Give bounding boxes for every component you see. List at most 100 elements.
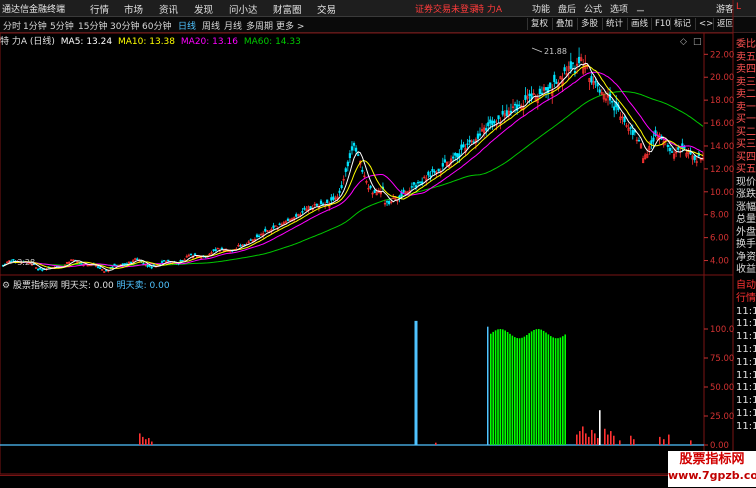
chart-settings-icon: ◇ <box>680 37 687 47</box>
sub-tick-label: 50.00 <box>710 383 734 393</box>
red-signal-bar <box>585 433 587 445</box>
candle-body <box>431 168 434 172</box>
ma5-line <box>2 62 704 271</box>
candle-body <box>150 266 153 269</box>
candle-body <box>668 147 672 152</box>
tick-time: 11:1 <box>736 420 756 432</box>
candle-body <box>41 269 44 271</box>
candle-body <box>388 200 391 205</box>
candle-body <box>162 260 166 262</box>
candle-body <box>39 267 42 270</box>
candle-body <box>629 127 632 129</box>
chart-border <box>0 32 734 475</box>
candle-body <box>683 146 686 149</box>
candle-body <box>666 144 669 147</box>
white-signal-bar <box>599 410 601 445</box>
candle-body <box>681 143 684 149</box>
candle-body <box>670 151 674 153</box>
indicator-bars <box>0 320 704 446</box>
quote-field-label: 收益 <box>736 264 756 275</box>
candle-body <box>385 201 389 203</box>
price-tick-label: 14.00 <box>710 142 734 152</box>
candle-body <box>111 266 114 269</box>
buy-signal-bar <box>504 330 506 445</box>
panel-tab[interactable]: 行情 <box>736 292 756 305</box>
candle-body <box>340 185 343 189</box>
candle-body <box>303 207 306 210</box>
buy-signal-bar <box>490 333 492 445</box>
sub-tick-label: 75.00 <box>710 354 734 364</box>
red-signal-bar <box>588 436 590 445</box>
indicator-name[interactable]: 股票指标网 <box>13 281 58 291</box>
candle-body <box>129 261 133 264</box>
tick-time: 11:1 <box>736 395 756 407</box>
candle-body <box>410 186 413 188</box>
candle-body <box>598 89 601 93</box>
buy-signal-bar <box>494 330 497 445</box>
sub-tick-label: 0.00 <box>710 441 729 451</box>
low-price-label: ← 3.28 <box>8 258 35 267</box>
panel-tab[interactable]: 自动 <box>736 279 756 292</box>
candle-body <box>596 82 599 87</box>
red-signal-bar <box>435 442 437 445</box>
candle-body <box>590 76 593 83</box>
price-annotations: 21.88 ← 3.28 <box>8 47 567 267</box>
candle-body <box>214 249 217 252</box>
red-signal-bar <box>582 426 584 445</box>
candle-body <box>462 144 465 148</box>
candle-body <box>301 211 304 213</box>
candle-body <box>677 147 680 150</box>
candle-body <box>286 218 290 221</box>
candle-body <box>577 56 581 64</box>
signal-spike-bar <box>414 320 418 445</box>
candle-body <box>330 197 333 201</box>
quote-field-label: 现价 <box>736 176 756 188</box>
red-signal-bar <box>579 431 581 445</box>
buy-signal-bar <box>492 331 494 445</box>
buy-signal-bar <box>521 337 523 445</box>
quote-field-label: 买二 <box>736 126 756 138</box>
quote-field-label: 总量 <box>736 214 756 225</box>
quote-field-label: 卖一 <box>736 101 756 113</box>
candle-body <box>167 259 170 262</box>
buy-signal-bar <box>511 335 514 445</box>
candle-body <box>148 265 151 267</box>
candle-body <box>611 101 614 103</box>
red-signal-bar <box>142 436 144 445</box>
candle-body <box>544 87 548 91</box>
candle-body <box>528 93 531 97</box>
candle-body <box>96 266 100 268</box>
watermark-url: www.7gpzb.com <box>668 469 756 482</box>
candle-body <box>354 147 358 152</box>
candle-body <box>272 225 275 229</box>
candle-body <box>369 185 372 189</box>
kline-chart[interactable]: 22.00 20.00 18.00 16.00 14.00 12.00 10.00 8.00 6… <box>0 0 756 487</box>
candle-body <box>487 122 490 127</box>
candle-body <box>239 245 242 247</box>
candle-body <box>160 261 164 263</box>
candle-body <box>489 119 492 124</box>
buy-signal-bar <box>528 333 530 445</box>
candle-body <box>179 260 182 262</box>
buy-signal-bar <box>502 329 504 445</box>
buy-signal-bar <box>506 332 509 445</box>
buy-signal-bar <box>550 336 552 445</box>
ma5-polyline <box>2 62 704 271</box>
candle-body <box>332 196 335 200</box>
candle-body <box>249 239 252 241</box>
candle-body <box>553 74 556 82</box>
candle-body <box>478 133 482 136</box>
candle-body <box>412 182 416 185</box>
candle-body <box>338 190 341 193</box>
settings-icon[interactable]: ⚙ <box>2 281 10 291</box>
candle-body <box>594 81 597 83</box>
price-tick-label: 20.00 <box>710 73 734 83</box>
quote-field-label: 委比 <box>736 39 756 50</box>
chart-controls: ◇ □ <box>680 37 702 47</box>
ma60-line <box>2 91 704 267</box>
price-tick-label: 10.00 <box>710 188 734 198</box>
buy-signal-bar <box>542 330 545 445</box>
buy-signal-bar <box>499 329 502 445</box>
price-tick-label: 16.00 <box>710 119 734 129</box>
candle-body <box>212 249 215 251</box>
